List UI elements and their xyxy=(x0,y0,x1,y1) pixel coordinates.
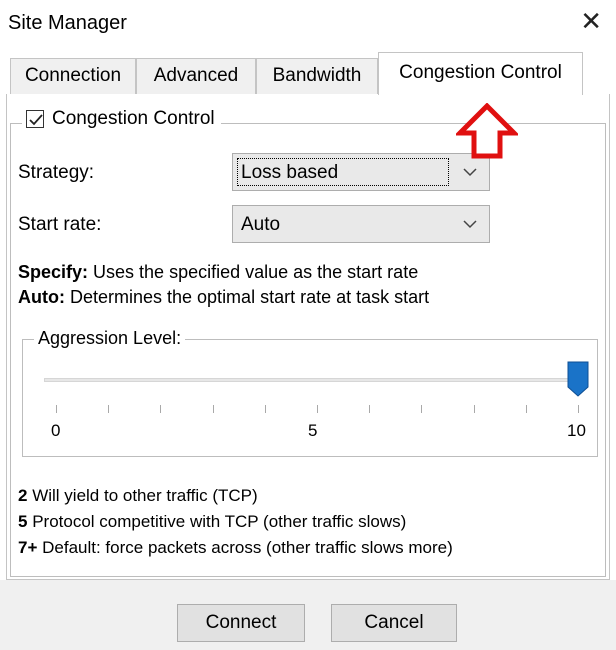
slider-tick xyxy=(421,405,423,413)
auto-key: Auto: xyxy=(18,287,65,307)
group-header: Congestion Control xyxy=(22,108,221,130)
tab-label: Connection xyxy=(24,65,122,86)
aggression-slider-thumb[interactable] xyxy=(567,361,589,397)
strategy-value: Loss based xyxy=(241,162,339,183)
level-text: Will yield to other traffic (TCP) xyxy=(27,486,258,505)
start-rate-label: Start rate: xyxy=(18,214,102,235)
connect-button[interactable]: Connect xyxy=(177,604,305,642)
slider-min-label: 0 xyxy=(51,421,61,440)
tab-congestion-control[interactable]: Congestion Control xyxy=(378,52,583,95)
dialog-footer xyxy=(0,580,616,650)
group-label: Congestion Control xyxy=(52,108,215,129)
auto-text: Determines the optimal start rate at tas… xyxy=(64,287,430,307)
slider-tick xyxy=(264,405,266,413)
slider-tick xyxy=(369,405,371,413)
checkmark-icon xyxy=(29,114,43,126)
tab-label: Congestion Control xyxy=(399,62,562,83)
start-rate-value: Auto xyxy=(241,214,281,235)
slider-max-label: 10 xyxy=(567,421,586,440)
slider-tick xyxy=(473,405,475,413)
specify-description: Specify: Uses the specified value as the… xyxy=(18,262,418,283)
specify-key: Specify: xyxy=(18,262,89,282)
tab-label: Advanced xyxy=(153,65,239,86)
level-key: 7+ xyxy=(18,538,38,557)
level-5-line: 5 Protocol competitive with TCP (other t… xyxy=(18,512,406,532)
chevron-down-icon xyxy=(463,168,477,177)
slider-tick xyxy=(317,405,318,413)
cancel-button[interactable]: Cancel xyxy=(331,604,457,642)
close-icon[interactable]: ✕ xyxy=(580,8,602,34)
congestion-control-checkbox[interactable] xyxy=(26,110,44,128)
level-text: Protocol competitive with TCP (other tra… xyxy=(27,512,407,531)
tab-bandwidth[interactable]: Bandwidth xyxy=(256,58,378,94)
slider-tick xyxy=(108,405,110,413)
aggression-level-label: Aggression Level: xyxy=(34,328,186,349)
auto-description: Auto: Determines the optimal start rate … xyxy=(18,287,429,308)
slider-tick xyxy=(578,405,579,413)
slider-tick xyxy=(160,405,162,413)
start-rate-dropdown[interactable]: Auto xyxy=(232,205,490,243)
slider-mid-label: 5 xyxy=(308,421,318,440)
strategy-dropdown[interactable]: Loss based xyxy=(232,153,490,191)
window-title: Site Manager xyxy=(8,12,127,34)
level-7-line: 7+ Default: force packets across (other … xyxy=(18,538,453,558)
tab-label: Bandwidth xyxy=(272,65,362,86)
level-2-line: 2 Will yield to other traffic (TCP) xyxy=(18,486,258,506)
level-text: Default: force packets across (other tra… xyxy=(37,538,453,557)
tab-advanced[interactable]: Advanced xyxy=(136,58,256,94)
slider-tick xyxy=(525,405,527,413)
tab-connection[interactable]: Connection xyxy=(10,58,136,94)
slider-tick xyxy=(56,405,57,413)
chevron-down-icon xyxy=(463,220,477,229)
strategy-label: Strategy: xyxy=(18,162,95,183)
title-bar: Site Manager ✕ xyxy=(0,0,616,48)
aggression-slider-track[interactable] xyxy=(44,378,578,382)
up-arrow-icon xyxy=(456,103,518,159)
slider-tick xyxy=(212,405,214,413)
specify-text: Uses the specified value as the start ra… xyxy=(88,262,419,282)
